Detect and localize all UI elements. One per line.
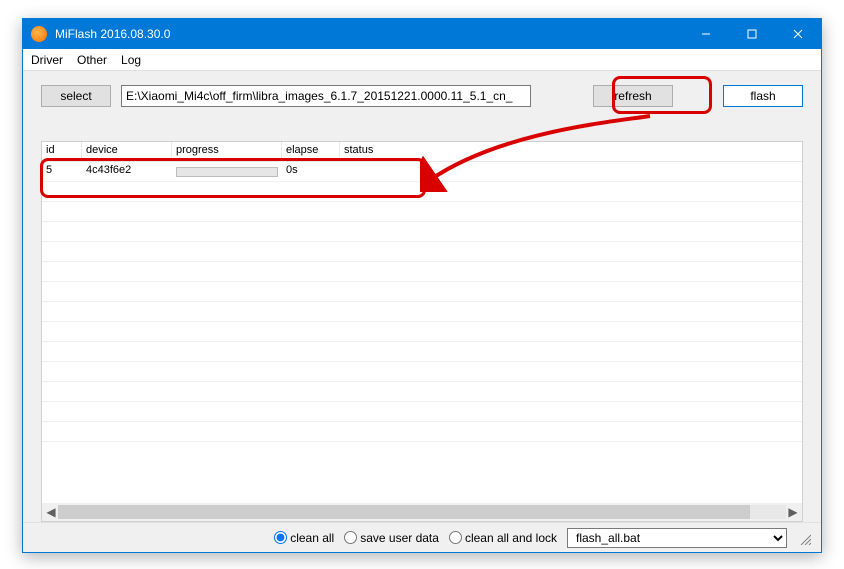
cell-elapse: 0s [282,162,340,181]
path-input[interactable] [121,85,531,107]
radio-save-user-data[interactable]: save user data [344,531,439,545]
radio-save-user-input[interactable] [344,531,357,544]
col-id[interactable]: id [42,142,82,161]
app-window: MiFlash 2016.08.30.0 Driver Other Log se… [22,18,822,553]
radio-clean-lock-input[interactable] [449,531,462,544]
radio-clean-all-input[interactable] [274,531,287,544]
refresh-button[interactable]: refresh [593,85,673,107]
table-row[interactable]: 5 4c43f6e2 0s [42,162,802,182]
menu-other[interactable]: Other [77,53,107,67]
cell-status [340,162,400,181]
bottom-bar: clean all save user data clean all and l… [23,522,821,552]
horizontal-scrollbar[interactable]: ◀ ▶ [42,503,802,521]
cell-progress [172,162,282,181]
toolbar: select refresh flash [23,71,821,115]
flash-button[interactable]: flash [723,85,803,107]
menu-log[interactable]: Log [121,53,141,67]
col-progress[interactable]: progress [172,142,282,161]
progress-bar [176,167,278,177]
window-title: MiFlash 2016.08.30.0 [55,27,683,41]
maximize-button[interactable] [729,19,775,49]
scroll-right-icon[interactable]: ▶ [786,505,800,519]
titlebar[interactable]: MiFlash 2016.08.30.0 [23,19,821,49]
window-controls [683,19,821,49]
close-button[interactable] [775,19,821,49]
bat-select[interactable]: flash_all.bat [567,528,787,548]
app-icon [31,26,47,42]
select-button[interactable]: select [41,85,111,107]
menu-driver[interactable]: Driver [31,53,63,67]
cell-device: 4c43f6e2 [82,162,172,181]
table-header: id device progress elapse status [42,142,802,162]
scroll-left-icon[interactable]: ◀ [44,505,58,519]
minimize-button[interactable] [683,19,729,49]
device-table: id device progress elapse status 5 4c43f… [41,141,803,522]
radio-clean-all[interactable]: clean all [274,531,334,545]
col-elapse[interactable]: elapse [282,142,340,161]
radio-clean-all-lock[interactable]: clean all and lock [449,531,557,545]
menubar: Driver Other Log [23,49,821,71]
col-status[interactable]: status [340,142,400,161]
col-device[interactable]: device [82,142,172,161]
resize-grip-icon[interactable] [797,531,811,545]
cell-id: 5 [42,162,82,181]
table-body: 5 4c43f6e2 0s [42,162,802,503]
